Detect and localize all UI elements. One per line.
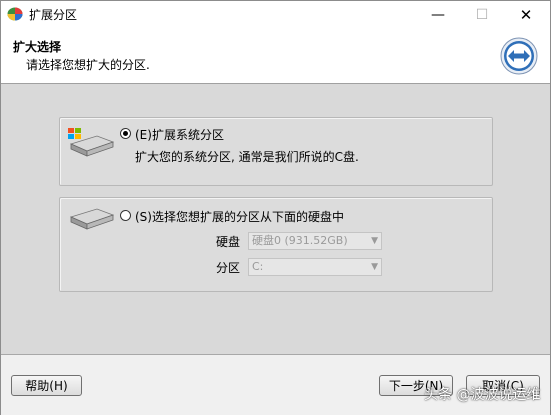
window-title: 扩展分区: [29, 8, 78, 22]
other-partition-group: (S)选择您想扩展的分区从下面的硬盘中 硬盘 硬盘0 (931.52GB) ▼ …: [59, 197, 493, 292]
system-partition-group: (E)扩展系统分区 扩大您的系统分区, 通常是我们所说的C盘.: [59, 117, 493, 186]
system-partition-label[interactable]: (E)扩展系统分区: [135, 126, 224, 143]
partition-select-value: C:: [252, 260, 264, 273]
system-partition-radio[interactable]: [120, 128, 131, 139]
partition-select[interactable]: C: ▼: [248, 258, 382, 276]
dialog-window: 扩展分区 — ☐ ✕ 扩大选择 请选择您想扩大的分区. (E)扩展系统分区 扩大…: [0, 0, 551, 415]
system-partition-description: 扩大您的系统分区, 通常是我们所说的C盘.: [135, 150, 359, 164]
disk-select[interactable]: 硬盘0 (931.52GB) ▼: [248, 232, 382, 250]
partition-label: 分区: [216, 261, 241, 275]
app-icon: [7, 7, 23, 21]
other-partition-radio[interactable]: [120, 210, 131, 221]
content-area: (E)扩展系统分区 扩大您的系统分区, 通常是我们所说的C盘. (S)选择您想扩…: [1, 84, 550, 354]
chevron-down-icon: ▼: [371, 262, 378, 272]
close-button[interactable]: ✕: [504, 1, 548, 28]
disk-select-value: 硬盘0 (931.52GB): [252, 234, 348, 247]
hard-drive-icon: [69, 208, 115, 230]
disk-label: 硬盘: [216, 235, 241, 249]
minimize-button[interactable]: —: [416, 1, 460, 28]
maximize-button[interactable]: ☐: [460, 1, 504, 28]
chevron-down-icon: ▼: [371, 236, 378, 246]
maximize-icon: ☐: [475, 6, 489, 23]
header-title: 扩大选择: [13, 40, 62, 54]
watermark: 头条 @波波说运维: [424, 387, 541, 403]
wizard-header: 扩大选择 请选择您想扩大的分区.: [1, 28, 550, 84]
other-partition-label[interactable]: (S)选择您想扩展的分区从下面的硬盘中: [135, 208, 344, 225]
close-icon: ✕: [519, 5, 533, 24]
resize-arrows-logo-icon: [500, 37, 538, 75]
title-bar: 扩展分区 — ☐ ✕: [1, 1, 550, 28]
header-subtitle: 请选择您想扩大的分区.: [26, 58, 150, 72]
minimize-icon: —: [431, 6, 445, 23]
windows-drive-icon: [68, 128, 115, 157]
help-button[interactable]: 帮助(H): [11, 375, 82, 396]
